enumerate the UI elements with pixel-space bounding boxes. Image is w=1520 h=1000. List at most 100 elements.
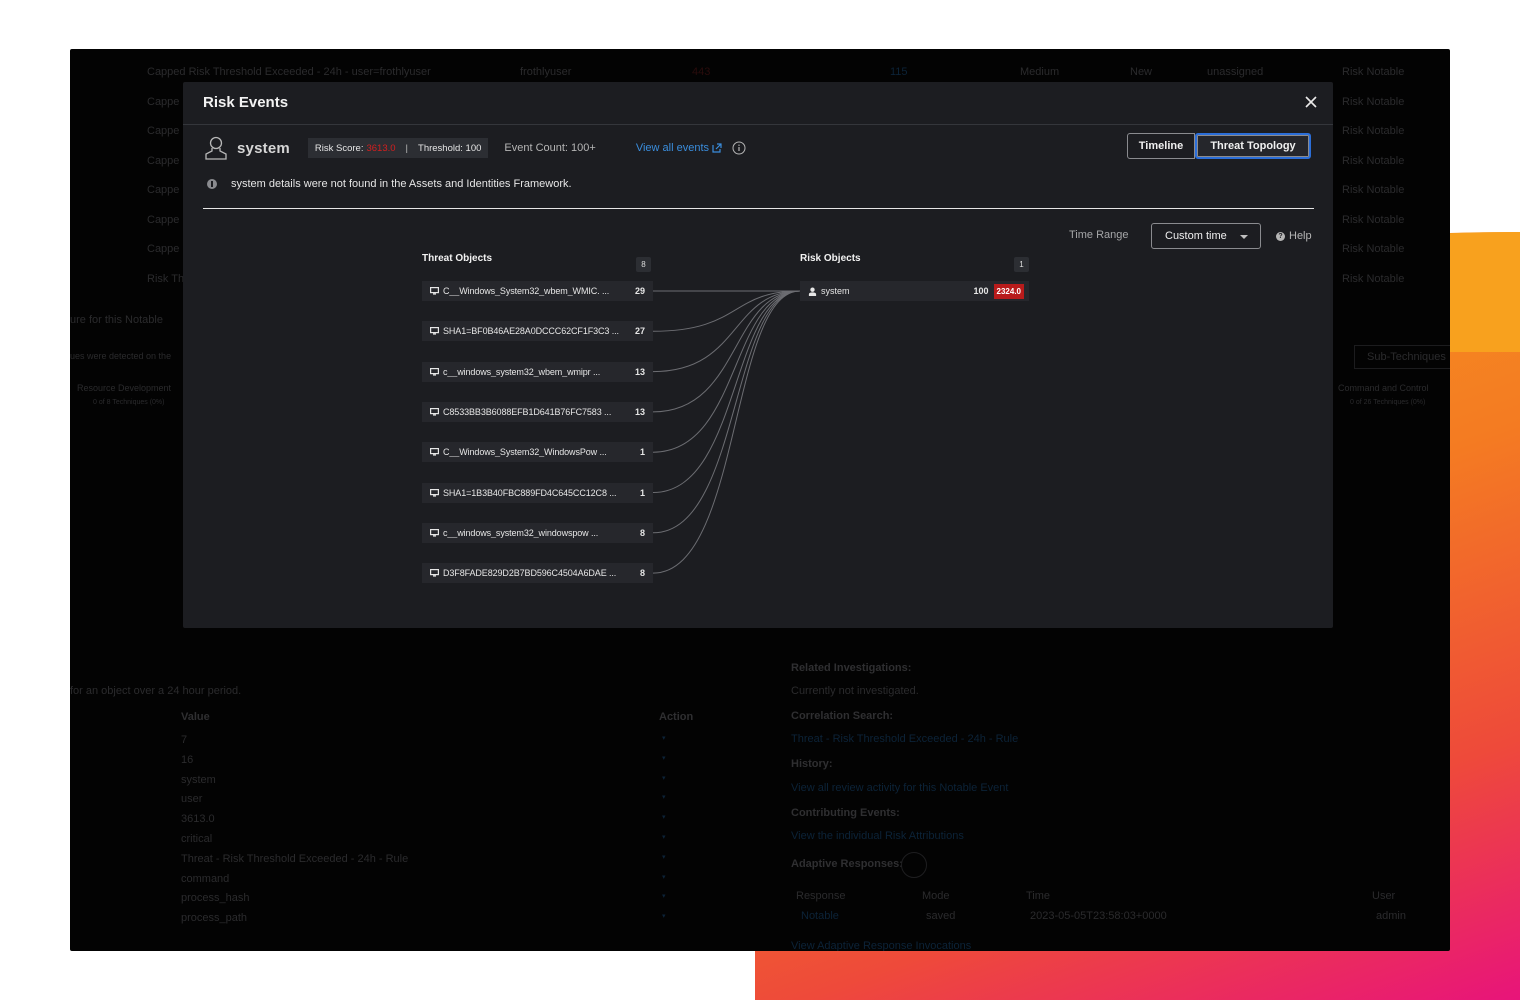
threat-object-node[interactable]: C8533BB3B6088EFB1D641B76FC7583 ... 13 <box>422 401 653 422</box>
monitor-icon <box>430 407 439 416</box>
monitor-icon <box>430 448 439 456</box>
bg-row-prefix: Cappe <box>147 96 180 108</box>
bg-row-score: 443 <box>692 66 711 78</box>
bg-row-type: Risk Notable <box>1342 243 1405 255</box>
bg-table-value: process_path <box>181 912 248 925</box>
threat-objects-title: Threat Objects <box>422 253 493 264</box>
monitor-icon <box>430 488 439 497</box>
entity-name: system <box>237 139 290 157</box>
monitor-icon <box>430 327 439 335</box>
bg-detail-label: Related Investigations: <box>791 662 912 674</box>
bg-detail-link: View Adaptive Response Invocations <box>791 940 972 951</box>
bg-row-user: frothlyuser <box>520 66 572 78</box>
bg-resp-cell: Notable <box>801 910 839 922</box>
bg-row-type: Risk Notable <box>1342 273 1405 285</box>
bg-row-urgency: Medium <box>1020 66 1060 78</box>
separator: | <box>405 142 409 154</box>
topology-link <box>652 290 801 453</box>
bg-action-caret-icon: ▾ <box>662 853 666 861</box>
bg-resp-header: Response <box>796 890 846 902</box>
view-all-events-label: View all events <box>635 142 709 154</box>
bg-tactic: Resource Development <box>77 383 172 393</box>
bg-table-value: critical <box>181 833 213 845</box>
bg-description: for an object over a 24 hour period. <box>70 685 242 697</box>
bg-action-caret-icon: ▾ <box>662 735 666 742</box>
threat-object-count: 27 <box>634 326 645 337</box>
bg-row-prefix: Cappe <box>147 214 180 226</box>
time-range-select[interactable]: Custom time <box>1151 223 1261 249</box>
bg-row-type: Risk Notable <box>1342 66 1405 78</box>
threat-object-label: C__Windows_System32_wbem_WMIC. ... <box>443 286 610 296</box>
bg-table-value: 16 <box>181 753 194 766</box>
threat-object-count: 1 <box>639 447 645 458</box>
bg-refresh-icon <box>901 852 927 878</box>
bg-row-type: Risk Notable <box>1342 184 1405 196</box>
bg-action-caret-icon: ▾ <box>662 913 666 921</box>
risk-score-value: 3613.0 <box>366 142 396 154</box>
bg-detail-label: Adaptive Responses: <box>791 858 903 870</box>
threat-object-node[interactable]: c__windows_system32_wbem_wmipr ... 13 <box>422 361 653 382</box>
bg-table-header: Action <box>659 711 694 723</box>
user-outline-icon <box>205 136 227 160</box>
threat-object-count: 8 <box>639 527 645 538</box>
info-icon[interactable] <box>732 141 746 155</box>
topology-link <box>652 290 801 332</box>
bg-table-value: system <box>181 773 216 786</box>
risk-objects-count: 1 <box>1014 257 1029 272</box>
threat-object-node[interactable]: SHA1=BF0B46AE28A0DCCC62CF1F3C3 ... 27 <box>422 321 653 342</box>
bg-resp-header: Mode <box>922 890 950 902</box>
monitor-icon <box>430 367 439 376</box>
bg-action-caret-icon: ▾ <box>662 794 666 802</box>
bg-row-type: Risk Notable <box>1342 125 1405 137</box>
bg-table-value: 7 <box>181 734 188 746</box>
bg-row-count: 115 <box>890 66 908 78</box>
threat-object-node[interactable]: c__windows_system32_windowspow ... 8 <box>422 522 653 543</box>
risk-object-node[interactable]: system 100 2324.0 <box>800 281 1029 301</box>
bg-action-caret-icon: ▾ <box>662 873 666 881</box>
close-icon <box>1305 96 1317 108</box>
threat-object-count: 13 <box>634 366 645 377</box>
tab-threat-topology[interactable]: Threat Topology <box>1195 133 1311 159</box>
topology-link <box>652 290 801 534</box>
info-filled-icon <box>207 179 217 189</box>
topology-link <box>652 290 801 574</box>
bg-subtechniques-button: Sub-Techniques <box>1354 345 1450 369</box>
bg-row-owner: unassigned <box>1207 66 1264 78</box>
bg-table-header: Value <box>181 711 210 723</box>
threat-object-count: 1 <box>639 487 645 498</box>
caret-down-icon <box>1240 235 1248 239</box>
threat-object-node[interactable]: C__Windows_System32_WindowsPow ... 1 <box>422 442 653 463</box>
app-window: Capped Risk Threshold Exceeded - 24h - u… <box>70 49 1450 951</box>
notice-text: system details were not found in the Ass… <box>231 178 572 190</box>
threat-object-node[interactable]: SHA1=1B3B40FBC889FD4C645CC12C8 ... 1 <box>422 482 653 503</box>
modal-title: Risk Events <box>203 94 289 111</box>
help-link[interactable]: ? Help <box>1276 230 1312 242</box>
bg-detail-link: Threat - Risk Threshold Exceeded - 24h -… <box>791 733 1019 745</box>
monitor-icon <box>430 528 439 537</box>
bg-table-value: command <box>181 872 230 885</box>
time-range-label: Time Range <box>1069 229 1129 241</box>
view-toggle: Timeline Threat Topology <box>1127 133 1311 159</box>
close-button[interactable] <box>1303 94 1319 110</box>
bg-resp-header: Time <box>1026 890 1051 902</box>
threat-object-label: SHA1=1B3B40FBC889FD4C645CC12C8 ... <box>443 487 617 498</box>
bg-left-text: ure for this Notable <box>70 314 163 326</box>
bg-row-prefix: Risk Th <box>147 273 185 285</box>
bg-action-caret-icon: ▾ <box>662 834 666 841</box>
threat-object-node[interactable]: D3F8FADE829D2B7BD596C4504A6DAE ... 8 <box>422 563 653 584</box>
view-all-events-link[interactable]: View all events <box>636 142 722 154</box>
bg-action-caret-icon: ▾ <box>662 754 666 762</box>
bg-table-value: Threat - Risk Threshold Exceeded - 24h -… <box>181 852 409 865</box>
bg-row-type: Risk Notable <box>1342 214 1405 226</box>
threat-object-label: C__Windows_System32_WindowsPow ... <box>443 447 607 458</box>
help-label: Help <box>1289 230 1312 242</box>
bg-tactic-sub: 0 of 8 Techniques (0%) <box>93 399 165 406</box>
tab-timeline[interactable]: Timeline <box>1127 133 1195 159</box>
entity-summary: system Risk Score: 3613.0 | Threshold: 1… <box>203 134 746 162</box>
bg-detail-link: View the individual Risk Attributions <box>791 830 964 842</box>
threat-object-node[interactable]: C__Windows_System32_wbem_WMIC. ... 29 <box>422 281 653 301</box>
threat-object-label: c__windows_system32_wbem_wmipr ... <box>443 366 601 377</box>
bg-resp-cell: 2023-05-05T23:58:03+0000 <box>1030 910 1167 922</box>
bg-action-caret-icon: ▾ <box>662 774 666 782</box>
bg-resp-cell: saved <box>926 910 956 922</box>
